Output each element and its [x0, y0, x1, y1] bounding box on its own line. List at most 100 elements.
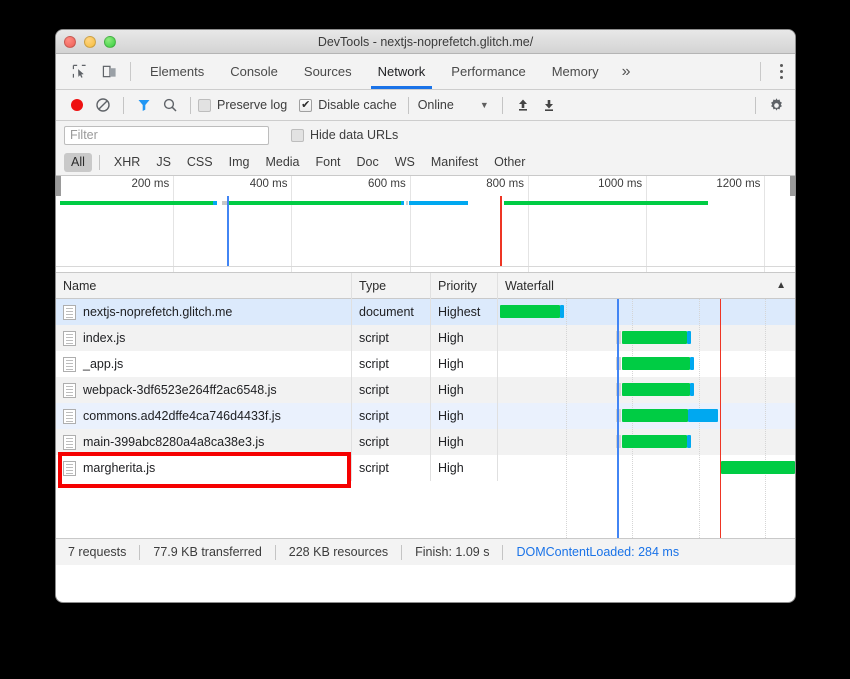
- type-filter-doc[interactable]: Doc: [350, 153, 386, 172]
- network-status-bar: 7 requests 77.9 KB transferred 228 KB re…: [56, 538, 795, 565]
- overview-traffic-gap: [406, 201, 408, 205]
- hide-data-urls-box: [291, 129, 304, 142]
- cell-waterfall: [498, 351, 795, 377]
- status-resources: 228 KB resources: [276, 545, 401, 559]
- file-icon: [63, 409, 76, 424]
- preserve-log-checkbox[interactable]: Preserve log: [198, 98, 287, 112]
- preserve-log-box: [198, 99, 211, 112]
- cell-waterfall: [498, 299, 795, 325]
- minimize-window-button[interactable]: [84, 36, 96, 48]
- zoom-window-button[interactable]: [104, 36, 116, 48]
- table-row[interactable]: nextjs-noprefetch.glitch.medocumentHighe…: [56, 299, 795, 325]
- cell-priority: High: [431, 455, 498, 481]
- table-row[interactable]: commons.ad42dffe4ca746d4433f.js scriptHig…: [56, 403, 795, 429]
- table-row[interactable]: margherita.jsscriptHigh: [56, 455, 795, 481]
- search-icon[interactable]: [157, 92, 183, 118]
- column-header-priority[interactable]: Priority: [431, 273, 498, 299]
- type-filter-all[interactable]: All: [64, 153, 92, 172]
- type-filter-ws[interactable]: WS: [388, 153, 422, 172]
- tab-network[interactable]: Network: [365, 54, 439, 89]
- column-header-name[interactable]: Name: [56, 273, 352, 299]
- type-filter-css[interactable]: CSS: [180, 153, 220, 172]
- tab-memory[interactable]: Memory: [539, 54, 612, 89]
- window-controls: [64, 36, 116, 48]
- type-filter-font[interactable]: Font: [309, 153, 348, 172]
- overview-baseline: [56, 266, 795, 267]
- type-filter-img[interactable]: Img: [222, 153, 257, 172]
- filter-input[interactable]: [64, 126, 269, 145]
- tab-sources[interactable]: Sources: [291, 54, 365, 89]
- overview-right-handle[interactable]: [790, 176, 795, 196]
- disable-cache-checkbox[interactable]: ✔ Disable cache: [299, 98, 397, 112]
- table-row[interactable]: index.js scriptHigh: [56, 325, 795, 351]
- tabbar-spacer: [641, 54, 754, 89]
- table-row[interactable]: webpack-3df6523e264ff2ac6548.jsscriptHig…: [56, 377, 795, 403]
- close-window-button[interactable]: [64, 36, 76, 48]
- cell-waterfall: [498, 429, 795, 455]
- requests-table-header: Name Type Priority Waterfall ▲: [56, 273, 795, 299]
- request-name: nextjs-noprefetch.glitch.me: [83, 299, 232, 325]
- cell-name[interactable]: main-399abc8280a4a8ca38e3.js: [56, 429, 352, 455]
- tab-label: Elements: [150, 64, 204, 79]
- type-filter-js[interactable]: JS: [149, 153, 178, 172]
- type-filter-other[interactable]: Other: [487, 153, 532, 172]
- cell-priority: High: [431, 325, 498, 351]
- throttling-dropdown[interactable]: Online ▼: [416, 98, 489, 112]
- table-row[interactable]: _app.jsscriptHigh: [56, 351, 795, 377]
- upload-arrow-icon[interactable]: [510, 92, 536, 118]
- column-header-type[interactable]: Type: [352, 273, 431, 299]
- type-filter-xhr[interactable]: XHR: [107, 153, 147, 172]
- cell-type: script: [352, 325, 431, 351]
- gear-icon[interactable]: [763, 92, 789, 118]
- status-finish: Finish: 1.09 s: [402, 545, 502, 559]
- cell-name[interactable]: webpack-3df6523e264ff2ac6548.js: [56, 377, 352, 403]
- request-name: webpack-3df6523e264ff2ac6548.js: [83, 377, 277, 403]
- overview-tick-label: 1200 ms: [716, 178, 760, 190]
- hide-data-urls-checkbox[interactable]: Hide data URLs: [291, 128, 398, 142]
- cell-name[interactable]: nextjs-noprefetch.glitch.me: [56, 299, 352, 325]
- tab-label: Network: [378, 64, 426, 79]
- network-overview-timeline[interactable]: 200 ms400 ms600 ms800 ms1000 ms1200 ms: [56, 176, 795, 273]
- cell-name[interactable]: margherita.js: [56, 455, 352, 481]
- file-icon: [63, 383, 76, 398]
- type-filter-media[interactable]: Media: [258, 153, 306, 172]
- overview-left-handle[interactable]: [56, 176, 61, 196]
- type-filter-sep: [99, 155, 100, 170]
- cell-waterfall: [498, 377, 795, 403]
- tab-elements[interactable]: Elements: [137, 54, 217, 89]
- inspect-element-icon[interactable]: [64, 54, 94, 89]
- cell-priority: High: [431, 351, 498, 377]
- download-arrow-icon[interactable]: [536, 92, 562, 118]
- kebab-menu-icon[interactable]: [767, 54, 795, 89]
- window-titlebar: DevTools - nextjs-noprefetch.glitch.me/: [56, 30, 795, 54]
- cell-waterfall: [498, 325, 795, 351]
- file-icon: [63, 331, 76, 346]
- cell-name[interactable]: commons.ad42dffe4ca746d4433f.js: [56, 403, 352, 429]
- column-header-waterfall[interactable]: Waterfall ▲: [498, 273, 795, 299]
- type-filter-manifest[interactable]: Manifest: [424, 153, 485, 172]
- cell-name[interactable]: index.js: [56, 325, 352, 351]
- cell-priority: High: [431, 429, 498, 455]
- clear-icon[interactable]: [90, 92, 116, 118]
- cell-type: script: [352, 403, 431, 429]
- record-button[interactable]: [64, 92, 90, 118]
- request-name: index.js: [83, 325, 125, 351]
- more-tabs-label: »: [622, 63, 631, 81]
- more-tabs-button[interactable]: »: [612, 54, 641, 89]
- filter-bar: Hide data URLs: [56, 121, 795, 149]
- device-toolbar-icon[interactable]: [94, 54, 124, 89]
- table-row[interactable]: main-399abc8280a4a8ca38e3.jsscriptHigh: [56, 429, 795, 455]
- tab-performance[interactable]: Performance: [438, 54, 538, 89]
- cell-priority: High: [431, 377, 498, 403]
- window-title: DevTools - nextjs-noprefetch.glitch.me/: [56, 35, 795, 49]
- cell-name[interactable]: _app.js: [56, 351, 352, 377]
- requests-table-body[interactable]: nextjs-noprefetch.glitch.medocumentHighe…: [56, 299, 795, 538]
- tab-console[interactable]: Console: [217, 54, 291, 89]
- cell-type: script: [352, 429, 431, 455]
- sort-ascending-icon: ▲: [776, 273, 786, 299]
- overview-traffic-green: [60, 201, 213, 205]
- cell-priority: High: [431, 403, 498, 429]
- filter-funnel-icon[interactable]: [131, 92, 157, 118]
- toolbar-sep-1: [123, 97, 124, 114]
- request-name: commons.ad42dffe4ca746d4433f.js: [83, 403, 281, 429]
